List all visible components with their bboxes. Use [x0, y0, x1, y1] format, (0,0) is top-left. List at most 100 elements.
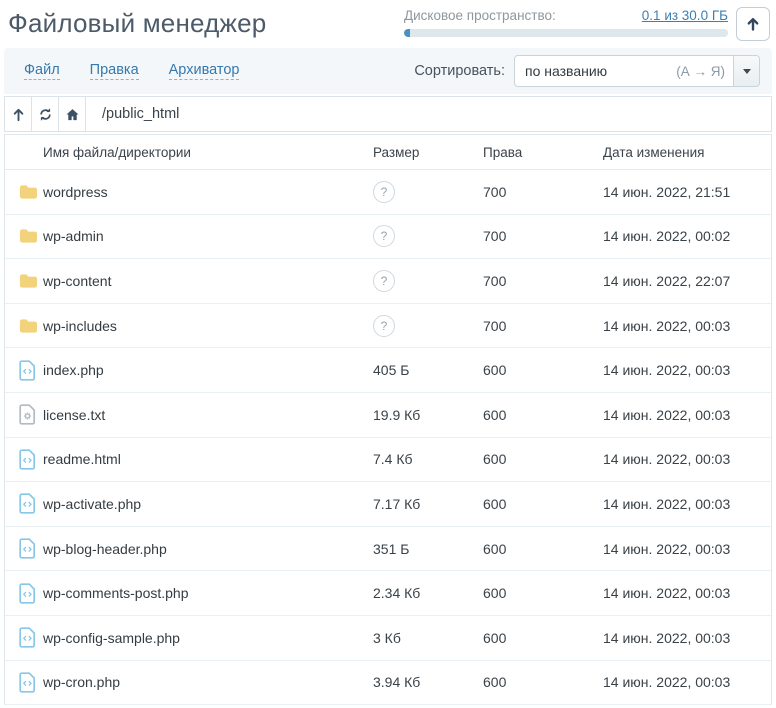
- disk-space-link[interactable]: 0.1 из 30.0 ГБ: [642, 8, 728, 23]
- file-permissions: 700: [483, 228, 603, 244]
- table-row[interactable]: wp-content ? 700 14 июн. 2022, 22:07: [5, 259, 771, 304]
- file-icon: [19, 538, 43, 559]
- table-row[interactable]: license.txt 19.9 Кб 600 14 июн. 2022, 00…: [5, 393, 771, 438]
- file-permissions: 600: [483, 496, 603, 512]
- file-size: 19.9 Кб: [373, 407, 483, 423]
- table-row[interactable]: readme.html 7.4 Кб 600 14 июн. 2022, 00:…: [5, 438, 771, 483]
- file-size: 3.94 Кб: [373, 674, 483, 690]
- file-icon: [19, 672, 43, 693]
- table-row[interactable]: index.php 405 Б 600 14 июн. 2022, 00:03: [5, 348, 771, 393]
- file-name[interactable]: wp-comments-post.php: [43, 585, 373, 601]
- file-date: 14 июн. 2022, 00:03: [603, 585, 771, 601]
- disk-usage-fill: [404, 29, 410, 37]
- menu-item-edit[interactable]: Правка: [90, 62, 139, 80]
- file-date: 14 июн. 2022, 00:03: [603, 318, 771, 334]
- refresh-icon: [38, 107, 53, 122]
- file-icon: [19, 404, 43, 425]
- size-unknown-badge[interactable]: ?: [373, 225, 395, 247]
- file-name[interactable]: wordpress: [43, 184, 373, 200]
- path-toolbar: /public_html: [4, 96, 772, 132]
- home-button[interactable]: [59, 97, 86, 131]
- upload-button[interactable]: [736, 7, 770, 41]
- file-size: ?: [373, 270, 483, 292]
- menu-bar: Файл Правка Архиватор Сортировать: по на…: [4, 48, 772, 94]
- page-title: Файловый менеджер: [8, 6, 404, 40]
- table-row[interactable]: wordpress ? 700 14 июн. 2022, 21:51: [5, 170, 771, 215]
- size-unknown-badge[interactable]: ?: [373, 181, 395, 203]
- current-path[interactable]: /public_html: [86, 106, 179, 122]
- file-name[interactable]: wp-activate.php: [43, 496, 373, 512]
- file-permissions: 600: [483, 630, 603, 646]
- sort-select[interactable]: по названию (А → Я): [514, 55, 760, 87]
- sort-label: Сортировать:: [414, 63, 505, 79]
- file-name[interactable]: index.php: [43, 362, 373, 378]
- file-name[interactable]: wp-cron.php: [43, 674, 373, 690]
- file-date: 14 июн. 2022, 00:03: [603, 496, 771, 512]
- file-icon: [19, 627, 43, 648]
- file-size: 351 Б: [373, 541, 483, 557]
- sort-selected-value: по названию: [515, 63, 607, 79]
- file-name[interactable]: license.txt: [43, 407, 373, 423]
- menu-item-file[interactable]: Файл: [24, 62, 60, 80]
- table-row[interactable]: wp-comments-post.php 2.34 Кб 600 14 июн.…: [5, 571, 771, 616]
- table-row[interactable]: wp-blog-header.php 351 Б 600 14 июн. 202…: [5, 527, 771, 572]
- file-date: 14 июн. 2022, 00:02: [603, 228, 771, 244]
- size-unknown-badge[interactable]: ?: [373, 270, 395, 292]
- refresh-button[interactable]: [32, 97, 59, 131]
- file-date: 14 июн. 2022, 21:51: [603, 184, 771, 200]
- file-permissions: 600: [483, 585, 603, 601]
- file-table-body: wordpress ? 700 14 июн. 2022, 21:51 wp-a…: [5, 170, 771, 705]
- file-manager-page: Файловый менеджер Дисковое пространство:…: [0, 0, 776, 705]
- file-icon: [19, 360, 43, 381]
- file-size: 405 Б: [373, 362, 483, 378]
- file-size: ?: [373, 225, 483, 247]
- column-header-permissions: Права: [483, 145, 603, 160]
- file-date: 14 июн. 2022, 00:03: [603, 630, 771, 646]
- column-header-name: Имя файла/директории: [43, 145, 373, 160]
- home-icon: [65, 107, 80, 122]
- go-up-button[interactable]: [5, 97, 32, 131]
- size-unknown-badge[interactable]: ?: [373, 315, 395, 337]
- table-row[interactable]: wp-config-sample.php 3 Кб 600 14 июн. 20…: [5, 616, 771, 661]
- file-permissions: 600: [483, 407, 603, 423]
- file-name[interactable]: wp-includes: [43, 318, 373, 334]
- disk-usage-progressbar: [404, 29, 728, 37]
- file-permissions: 600: [483, 541, 603, 557]
- chevron-down-icon: [743, 69, 751, 74]
- file-icon: [19, 583, 43, 604]
- file-name[interactable]: wp-config-sample.php: [43, 630, 373, 646]
- header: Файловый менеджер Дисковое пространство:…: [4, 0, 772, 48]
- menu-item-archiver[interactable]: Архиватор: [169, 62, 240, 80]
- column-header-date: Дата изменения: [603, 145, 771, 160]
- table-header: Имя файла/директории Размер Права Дата и…: [5, 135, 771, 170]
- file-permissions: 600: [483, 674, 603, 690]
- sort-dropdown-button[interactable]: [733, 56, 759, 86]
- file-date: 14 июн. 2022, 00:03: [603, 362, 771, 378]
- file-size: 3 Кб: [373, 630, 483, 646]
- file-date: 14 июн. 2022, 00:03: [603, 541, 771, 557]
- table-row[interactable]: wp-admin ? 700 14 июн. 2022, 00:02: [5, 215, 771, 260]
- file-name[interactable]: readme.html: [43, 451, 373, 467]
- disk-space-label: Дисковое пространство:: [404, 8, 556, 23]
- file-icon: [19, 449, 43, 470]
- sort-widget: Сортировать: по названию (А → Я): [414, 55, 760, 87]
- folder-icon: [19, 228, 43, 244]
- file-permissions: 700: [483, 273, 603, 289]
- file-size: 2.34 Кб: [373, 585, 483, 601]
- table-row[interactable]: wp-includes ? 700 14 июн. 2022, 00:03: [5, 304, 771, 349]
- sort-direction: (А → Я): [676, 64, 733, 79]
- file-table: Имя файла/директории Размер Права Дата и…: [4, 134, 772, 705]
- file-name[interactable]: wp-admin: [43, 228, 373, 244]
- file-permissions: 600: [483, 362, 603, 378]
- file-name[interactable]: wp-content: [43, 273, 373, 289]
- file-name[interactable]: wp-blog-header.php: [43, 541, 373, 557]
- file-permissions: 600: [483, 451, 603, 467]
- table-row[interactable]: wp-activate.php 7.17 Кб 600 14 июн. 2022…: [5, 482, 771, 527]
- file-permissions: 700: [483, 184, 603, 200]
- table-row[interactable]: wp-cron.php 3.94 Кб 600 14 июн. 2022, 00…: [5, 661, 771, 706]
- disk-space-widget: Дисковое пространство: 0.1 из 30.0 ГБ: [404, 8, 728, 37]
- folder-icon: [19, 318, 43, 334]
- file-size: ?: [373, 181, 483, 203]
- file-date: 14 июн. 2022, 22:07: [603, 273, 771, 289]
- file-size: 7.17 Кб: [373, 496, 483, 512]
